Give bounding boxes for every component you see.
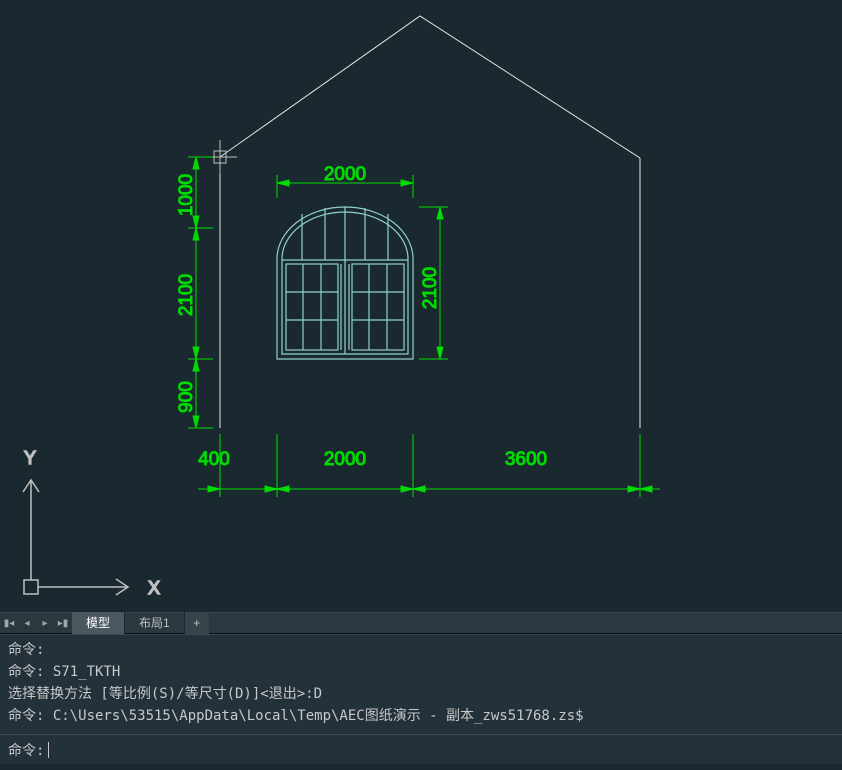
tab-nav-first[interactable]: ▮◂ <box>0 612 18 634</box>
svg-text:3600: 3600 <box>505 449 547 470</box>
svg-text:1000: 1000 <box>176 174 197 216</box>
dim-window-height: 2100 <box>419 207 448 359</box>
command-history: 命令: 命令: S71_TKTH 选择替换方法 [等比例(S)/等尺寸(D)]<… <box>0 634 842 734</box>
window-block <box>277 207 413 359</box>
layout-tabs: ▮◂ ◂ ▸ ▸▮ 模型 布局1 + <box>0 612 842 634</box>
svg-text:Y: Y <box>24 448 36 468</box>
cmd-line: 命令: <box>8 642 44 658</box>
command-input[interactable]: 命令: <box>0 734 842 764</box>
cmd-line: 命令: S71_TKTH <box>8 664 120 680</box>
svg-text:900: 900 <box>176 381 197 413</box>
tab-nav-next[interactable]: ▸ <box>36 612 54 634</box>
dim-left-stack: 1000 2100 900 <box>176 157 213 428</box>
svg-text:2100: 2100 <box>420 267 441 309</box>
svg-text:2000: 2000 <box>324 164 366 185</box>
command-prompt-label: 命令: <box>8 740 44 760</box>
tab-add[interactable]: + <box>185 612 209 634</box>
house-drawing <box>220 16 640 428</box>
svg-text:2100: 2100 <box>176 274 197 316</box>
cmd-line: 选择替换方法 [等比例(S)/等尺寸(D)]<退出>:D <box>8 686 322 702</box>
tab-model[interactable]: 模型 <box>72 612 125 634</box>
drawing-viewport[interactable]: 2000 2100 <box>0 0 842 612</box>
dim-bottom: 400 2000 3600 <box>198 434 660 497</box>
tab-nav-prev[interactable]: ◂ <box>18 612 36 634</box>
cmd-line: 命令: C:\Users\53515\AppData\Local\Temp\AE… <box>8 708 584 724</box>
tab-nav-last[interactable]: ▸▮ <box>54 612 72 634</box>
ucs-icon: X Y <box>23 448 160 598</box>
tab-layout1[interactable]: 布局1 <box>125 612 185 634</box>
dim-window-width: 2000 <box>277 164 413 198</box>
svg-text:X: X <box>148 578 160 598</box>
svg-text:2000: 2000 <box>324 449 366 470</box>
caret-icon <box>48 742 49 758</box>
svg-text:400: 400 <box>198 449 230 470</box>
